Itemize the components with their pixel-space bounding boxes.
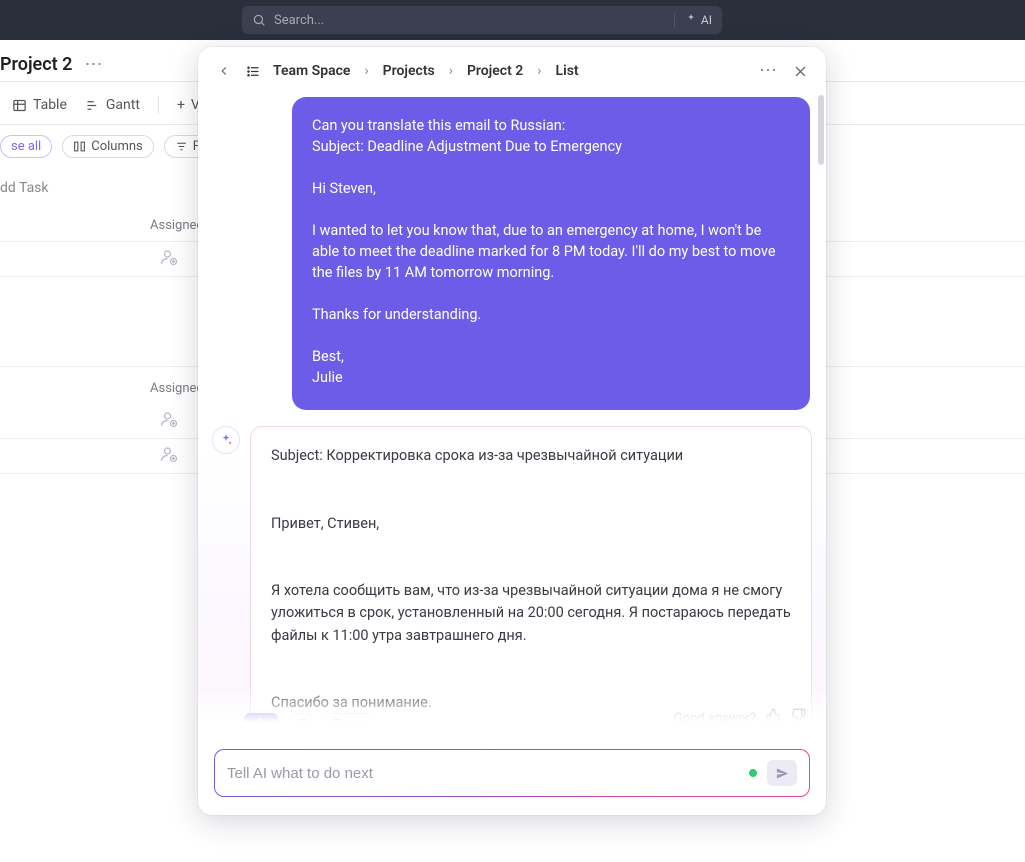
search-icon xyxy=(252,13,266,27)
modal-header: Team Space › Projects › Project 2 › List xyxy=(198,47,826,91)
ai-avatar-icon xyxy=(212,426,240,454)
sparkle-icon xyxy=(685,13,697,28)
modal-footer xyxy=(198,739,826,815)
reply-actions: Create Copy Regenerate xyxy=(244,713,374,727)
scroll-thumb[interactable] xyxy=(818,95,824,165)
search-ai-shortcut[interactable]: AI xyxy=(674,13,712,28)
add-assignee-icon[interactable] xyxy=(160,413,178,432)
breadcrumb-part[interactable]: List xyxy=(556,63,579,79)
add-view-button[interactable]: + V xyxy=(177,97,200,113)
back-button[interactable] xyxy=(214,61,234,81)
filter-icon xyxy=(175,140,188,153)
modal-body: Can you translate this email to Russian:… xyxy=(198,91,826,739)
breadcrumb-part[interactable]: Team Space xyxy=(273,63,350,79)
global-search[interactable]: Search... AI xyxy=(242,6,722,34)
collapse-all-button[interactable]: se all xyxy=(0,135,52,158)
copy-button[interactable]: Copy xyxy=(288,713,312,727)
breadcrumb-part[interactable]: Project 2 xyxy=(467,63,523,79)
thumbs-up-icon[interactable] xyxy=(766,708,781,727)
user-message-bubble: Can you translate this email to Russian:… xyxy=(292,97,810,410)
add-assignee-icon[interactable] xyxy=(160,448,178,467)
chevron-right-icon: › xyxy=(364,63,368,79)
gantt-icon xyxy=(85,98,100,113)
feedback-label: Good answer? xyxy=(674,711,756,725)
columns-icon xyxy=(73,140,86,153)
add-assignee-icon[interactable] xyxy=(160,251,178,270)
scrollbar[interactable] xyxy=(816,91,824,739)
breadcrumb-part[interactable]: Projects xyxy=(383,63,435,79)
close-button[interactable] xyxy=(790,61,810,81)
tab-table[interactable]: Table xyxy=(12,97,67,113)
send-button[interactable] xyxy=(767,760,797,786)
modal-more-button[interactable] xyxy=(758,61,778,81)
more-icon[interactable] xyxy=(84,55,102,74)
list-icon xyxy=(246,64,261,79)
chevron-right-icon: › xyxy=(537,63,541,79)
ai-prompt-input[interactable] xyxy=(227,765,739,782)
topbar: Search... AI xyxy=(0,0,1025,40)
create-button[interactable]: Create xyxy=(244,713,278,727)
ai-prompt-box[interactable] xyxy=(214,749,810,797)
search-placeholder: Search... xyxy=(274,13,324,28)
columns-button[interactable]: Columns xyxy=(62,135,154,158)
page-title: Project 2 xyxy=(0,54,72,75)
ai-reply-bubble: Subject: Корректировка срока из-за чрезв… xyxy=(250,426,812,739)
thumbs-down-icon[interactable] xyxy=(791,708,806,727)
regenerate-button[interactable]: Regenerate xyxy=(322,713,374,727)
tab-gantt[interactable]: Gantt xyxy=(85,97,140,113)
column-header-assignee[interactable]: Assignee xyxy=(150,381,203,396)
ai-modal: Team Space › Projects › Project 2 › List… xyxy=(198,47,826,815)
divider xyxy=(158,96,159,114)
feedback-row: Good answer? xyxy=(674,708,806,727)
plus-icon: + xyxy=(177,97,185,113)
table-icon xyxy=(12,98,27,113)
chevron-right-icon: › xyxy=(449,63,453,79)
column-header-assignee[interactable]: Assignee xyxy=(150,218,203,233)
status-indicator xyxy=(749,769,757,777)
